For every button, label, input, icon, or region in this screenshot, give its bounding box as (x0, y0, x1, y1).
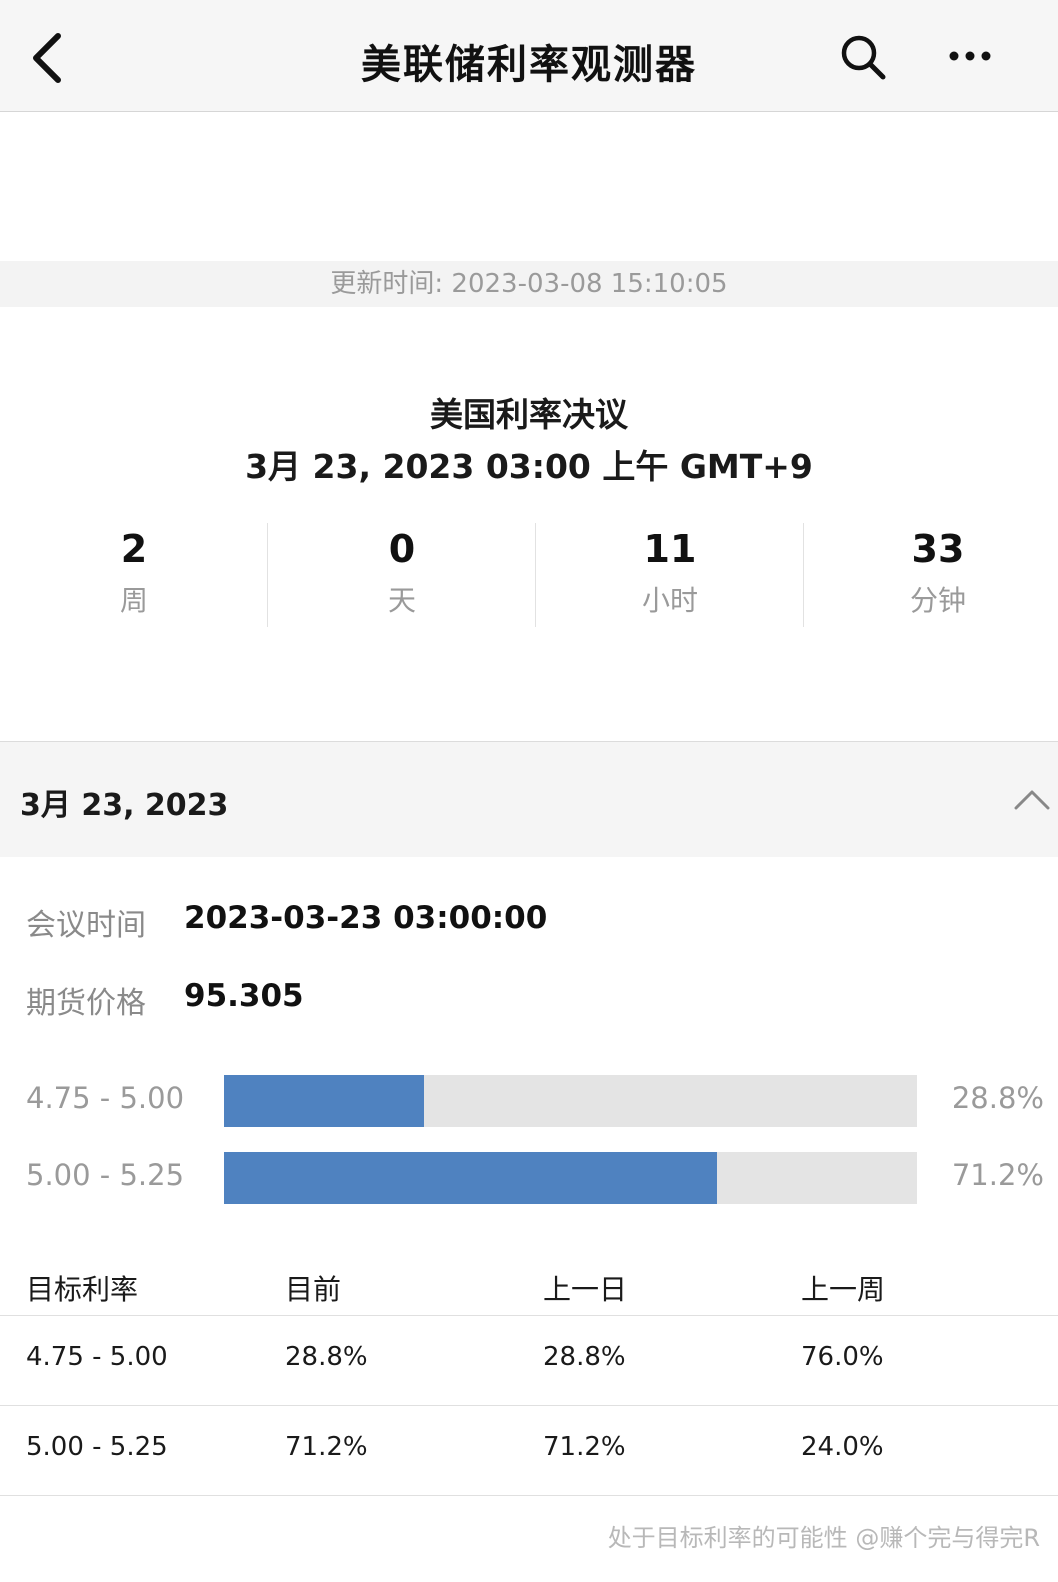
countdown-value: 33 (911, 527, 965, 571)
table-cell: 76.0% (801, 1342, 884, 1372)
countdown-days: 0 天 (268, 523, 536, 627)
table-cell: 28.8% (543, 1342, 626, 1372)
probability-row: 5.00 - 5.25 71.2% (0, 1152, 1058, 1204)
futures-price-label: 期货价格 (26, 986, 146, 1021)
probability-percent: 28.8% (951, 1081, 1044, 1115)
countdown-value: 0 (388, 527, 416, 571)
countdown: 2 周 0 天 11 小时 33 分钟 (0, 523, 1058, 627)
probability-percent: 71.2% (951, 1158, 1044, 1192)
probability-bar-track (224, 1075, 917, 1127)
column-header: 目前 (285, 1273, 342, 1306)
event-title: 美国利率决议 (430, 395, 628, 434)
table-cell: 4.75 - 5.00 (26, 1342, 168, 1372)
probability-bar-fill (224, 1075, 424, 1127)
probability-bar-fill (224, 1152, 718, 1204)
countdown-unit: 周 (119, 584, 148, 617)
table-cell: 24.0% (801, 1432, 884, 1462)
meeting-time-label: 会议时间 (26, 908, 146, 943)
update-time: 更新时间: 2023-03-08 15:10:05 (0, 261, 1058, 307)
probability-row: 4.75 - 5.00 28.8% (0, 1075, 1058, 1127)
table-header: 目标利率 目前 上一日 上一周 (0, 1248, 1058, 1316)
table-cell: 5.00 - 5.25 (26, 1432, 168, 1462)
meeting-date: 3月 23, 2023 (20, 788, 229, 823)
table-row: 5.00 - 5.25 71.2% 71.2% 24.0% (0, 1406, 1058, 1496)
futures-price-value: 95.305 (184, 978, 304, 1014)
meeting-time-value: 2023-03-23 03:00:00 (184, 900, 548, 936)
countdown-value: 11 (643, 527, 697, 571)
chevron-up-icon[interactable] (1012, 782, 1052, 818)
countdown-unit: 天 (387, 584, 416, 617)
countdown-weeks: 2 周 (0, 523, 268, 627)
page-title: 美联储利率观测器 (361, 42, 697, 88)
column-header: 目标利率 (26, 1273, 139, 1306)
countdown-unit: 小时 (641, 584, 698, 617)
countdown-unit: 分钟 (909, 584, 966, 617)
table-cell: 71.2% (543, 1432, 626, 1462)
countdown-hours: 11 小时 (536, 523, 804, 627)
watermark: 处于目标利率的可能性 @赚个完与得完R (607, 1524, 1040, 1552)
more-options-icon[interactable] (944, 36, 996, 76)
table-cell: 71.2% (285, 1432, 368, 1462)
probability-range: 4.75 - 5.00 (26, 1081, 185, 1115)
meeting-accordion-header[interactable]: 3月 23, 2023 (0, 741, 1058, 857)
probability-range: 5.00 - 5.25 (26, 1158, 185, 1192)
countdown-value: 2 (120, 527, 148, 571)
probability-bar-track (224, 1152, 917, 1204)
nav-bar: 美联储利率观测器 (0, 0, 1058, 112)
column-header: 上一周 (801, 1273, 886, 1306)
table-cell: 28.8% (285, 1342, 368, 1372)
countdown-minutes: 33 分钟 (804, 523, 1058, 627)
column-header: 上一日 (543, 1273, 628, 1306)
table-row: 4.75 - 5.00 28.8% 28.8% 76.0% (0, 1316, 1058, 1406)
event-time: 3月 23, 2023 03:00 上午 GMT+9 (245, 447, 813, 486)
search-icon[interactable] (838, 32, 888, 82)
probability-table: 目标利率 目前 上一日 上一周 4.75 - 5.00 28.8% 28.8% … (0, 1248, 1058, 1496)
